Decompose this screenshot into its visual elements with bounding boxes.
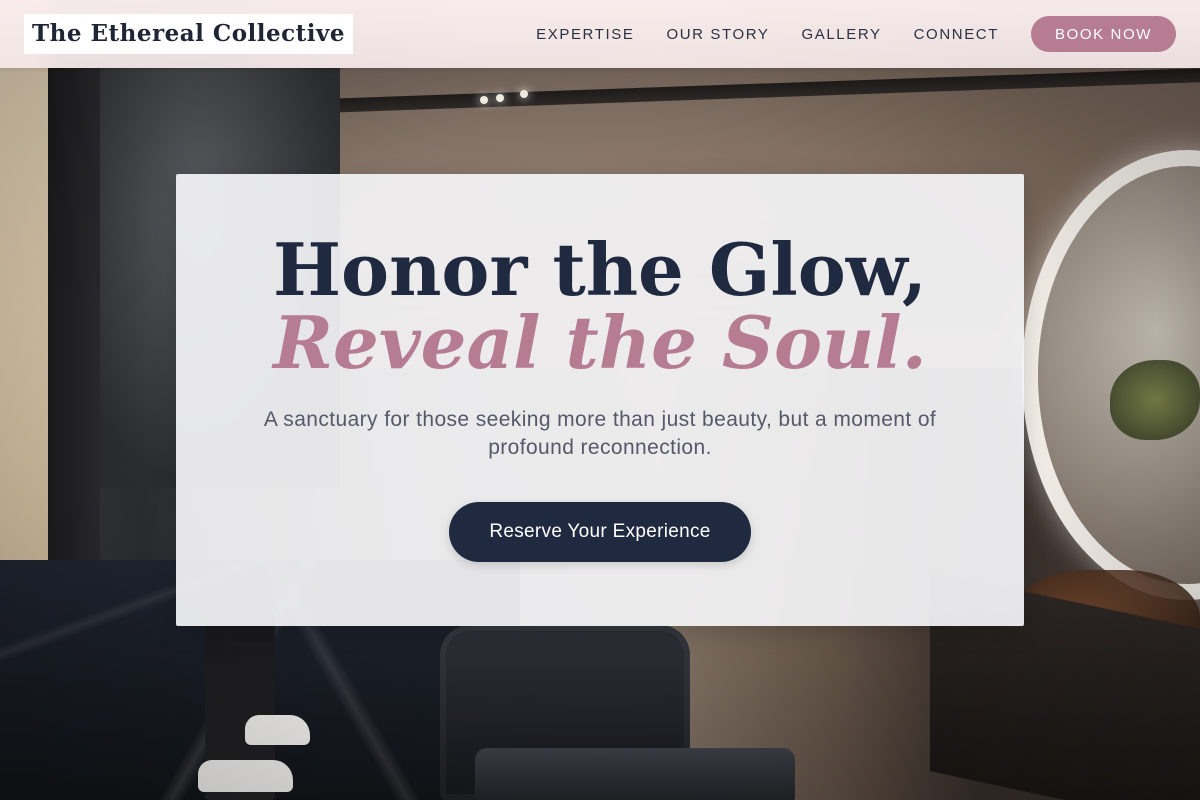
site-header: The Ethereal Collective EXPERTISE OUR ST… [0, 0, 1200, 68]
main-nav: EXPERTISE OUR STORY GALLERY CONNECT BOOK… [536, 16, 1176, 52]
nav-link-expertise[interactable]: EXPERTISE [536, 26, 634, 43]
hero-headline-line2: Reveal the Soul. [273, 300, 927, 385]
book-now-button[interactable]: BOOK NOW [1031, 16, 1176, 52]
hero-headline-line1: Honor the Glow, [273, 227, 927, 312]
hero-subtitle: A sanctuary for those seeking more than … [263, 408, 937, 459]
site-logo[interactable]: The Ethereal Collective [24, 14, 354, 54]
nav-link-gallery[interactable]: GALLERY [801, 26, 881, 43]
nav-link-connect[interactable]: CONNECT [914, 26, 999, 43]
nav-link-our-story[interactable]: OUR STORY [666, 26, 769, 43]
reserve-experience-button[interactable]: Reserve Your Experience [449, 502, 751, 562]
hero-card: Honor the Glow, Reveal the Soul. A sanct… [176, 174, 1024, 626]
